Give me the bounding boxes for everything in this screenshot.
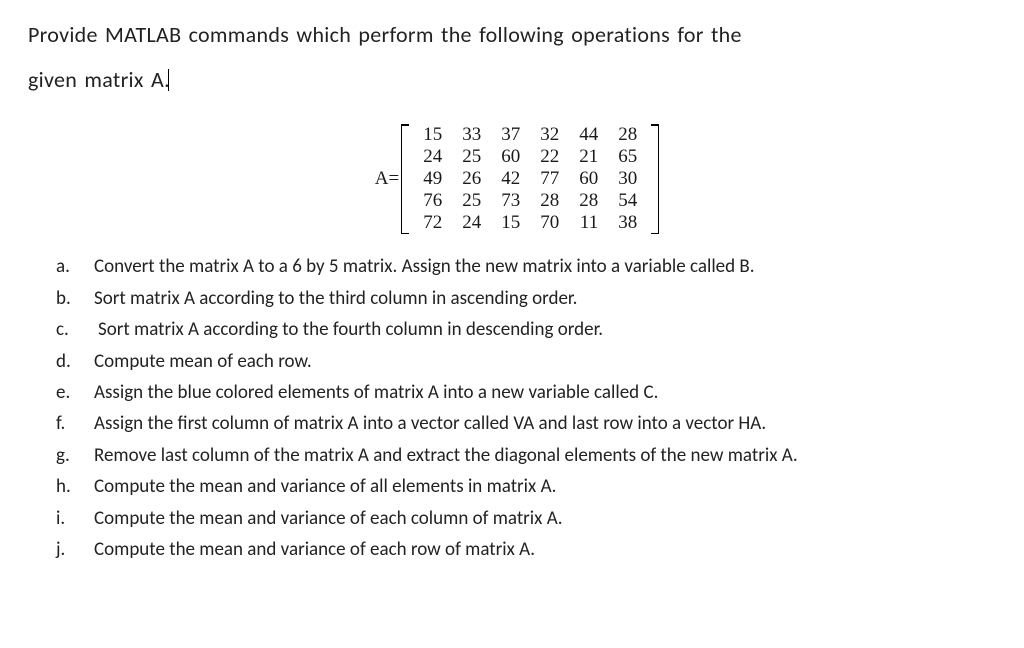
matrix-cell: 24 (413, 146, 452, 168)
matrix-cell: 28 (530, 190, 569, 212)
question-item: e.Assign the blue colored elements of ma… (56, 378, 1000, 407)
matrix-cell: 73 (491, 190, 530, 212)
matrix-row: 722415701138 (413, 212, 647, 234)
right-bracket (651, 124, 659, 234)
question-text: Compute the mean and variance of each co… (92, 504, 1000, 533)
question-list: a.Convert the matrix A to a 6 by 5 matri… (28, 252, 1006, 564)
question-item: g.Remove last column of the matrix A and… (56, 441, 1000, 470)
matrix-lhs: A= (375, 168, 399, 190)
matrix-cell: 37 (491, 124, 530, 146)
question-item: f.Assign the first column of matrix A in… (56, 409, 1000, 438)
question-item: h.Compute the mean and variance of all e… (56, 472, 1000, 501)
question-label: j. (56, 535, 92, 564)
question-text: Compute mean of each row. (92, 347, 1000, 376)
question-item: a.Convert the matrix A to a 6 by 5 matri… (56, 252, 1000, 281)
matrix-cell: 65 (608, 146, 647, 168)
matrix-block: A= 1533373244282425602221654926427760307… (28, 124, 1006, 234)
matrix-cell: 77 (530, 168, 569, 190)
matrix-cell: 25 (452, 146, 491, 168)
matrix-cell: 28 (608, 124, 647, 146)
matrix-cell: 25 (452, 190, 491, 212)
matrix-cell: 54 (608, 190, 647, 212)
question-item: j.Compute the mean and variance of each … (56, 535, 1000, 564)
question-label: i. (56, 504, 92, 533)
matrix-row: 492642776030 (413, 168, 647, 190)
matrix-cell: 28 (569, 190, 608, 212)
question-text: Remove last column of the matrix A and e… (92, 441, 1000, 470)
matrix-row: 153337324428 (413, 124, 647, 146)
question-label: a. (56, 252, 92, 281)
question-label: f. (56, 409, 92, 438)
question-label: h. (56, 472, 92, 501)
question-text: Compute the mean and variance of all ele… (92, 472, 1000, 501)
matrix-cell: 44 (569, 124, 608, 146)
question-label: d. (56, 347, 92, 376)
question-text: Assign the blue colored elements of matr… (92, 378, 1000, 407)
question-item: c.Sort matrix A according to the fourth … (56, 315, 1000, 344)
question-item: i.Compute the mean and variance of each … (56, 504, 1000, 533)
left-bracket (401, 124, 409, 234)
matrix-cell: 60 (569, 168, 608, 190)
question-item: d.Compute mean of each row. (56, 347, 1000, 376)
matrix-cell: 38 (608, 212, 647, 234)
prompt-text: Provide MATLAB commands which perform th… (28, 12, 1006, 102)
matrix-cell: 22 (530, 146, 569, 168)
matrix-cell: 30 (608, 168, 647, 190)
matrix-cell: 49 (413, 168, 452, 190)
matrix-cell: 11 (569, 212, 608, 234)
question-text: Compute the mean and variance of each ro… (92, 535, 1000, 564)
question-text: Sort matrix A according to the fourth co… (92, 315, 1000, 344)
matrix-cell: 26 (452, 168, 491, 190)
matrix-table: 1533373244282425602221654926427760307625… (413, 124, 647, 234)
matrix-cell: 76 (413, 190, 452, 212)
matrix-cell: 21 (569, 146, 608, 168)
question-item: b.Sort matrix A according to the third c… (56, 284, 1000, 313)
question-text: Convert the matrix A to a 6 by 5 matrix.… (92, 252, 1000, 281)
matrix-cell: 70 (530, 212, 569, 234)
text-cursor (168, 69, 169, 91)
matrix-cell: 42 (491, 168, 530, 190)
matrix-row: 762573282854 (413, 190, 647, 212)
question-label: b. (56, 284, 92, 313)
matrix-cell: 72 (413, 212, 452, 234)
matrix-row: 242560222165 (413, 146, 647, 168)
matrix-cell: 60 (491, 146, 530, 168)
question-text: Sort matrix A according to the third col… (92, 284, 1000, 313)
matrix-cell: 15 (413, 124, 452, 146)
matrix-cell: 24 (452, 212, 491, 234)
question-label: g. (56, 441, 92, 470)
matrix-cell: 33 (452, 124, 491, 146)
matrix-cell: 15 (491, 212, 530, 234)
question-text: Assign the first column of matrix A into… (92, 409, 1000, 438)
question-label: e. (56, 378, 92, 407)
prompt-line-2: given matrix A. (28, 66, 170, 93)
matrix-cell: 32 (530, 124, 569, 146)
prompt-line-1: Provide MATLAB commands which perform th… (28, 21, 742, 48)
question-label: c. (56, 315, 92, 344)
